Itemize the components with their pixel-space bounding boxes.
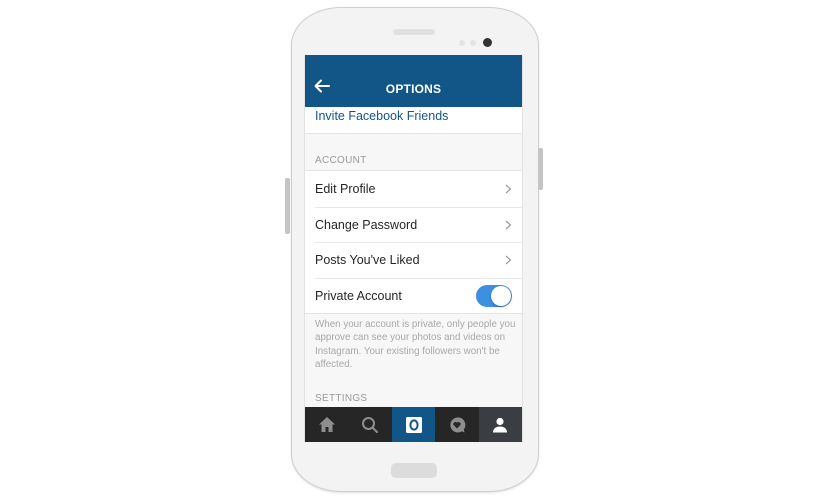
item-label: Private Account [315, 288, 402, 303]
volume-button [285, 178, 290, 234]
list-item-change-password[interactable]: Change Password [305, 206, 522, 243]
person-icon [493, 417, 508, 432]
page-title: OPTIONS [385, 82, 442, 96]
phone-screen: OPTIONS Invite Facebook Friends ACCOUNT … [304, 55, 523, 442]
home-icon [318, 417, 335, 432]
account-list: Edit Profile Change Password Posts You'v… [305, 170, 522, 314]
toggle-knob [491, 285, 511, 306]
item-label: Change Password [315, 217, 418, 232]
private-account-description: When your account is private, only peopl… [315, 319, 516, 370]
list-item-edit-profile[interactable]: Edit Profile [305, 171, 522, 207]
list-item-private-account: Private Account [305, 277, 522, 314]
front-camera [483, 38, 492, 47]
top-bar: OPTIONS [305, 55, 522, 107]
camera-icon [405, 416, 422, 433]
earpiece-speaker [393, 29, 435, 35]
invite-facebook-friends-row[interactable]: Invite Facebook Friends [305, 107, 522, 134]
chevron-right-icon [505, 184, 512, 194]
chevron-right-icon [505, 255, 512, 265]
list-item-posts-liked[interactable]: Posts You've Liked [305, 242, 522, 278]
tab-profile[interactable] [478, 407, 522, 442]
search-icon [362, 416, 379, 433]
tab-camera[interactable] [391, 407, 436, 442]
item-label: Posts You've Liked [315, 253, 420, 267]
chevron-right-icon [505, 220, 512, 229]
tab-search[interactable] [348, 407, 391, 442]
light-sensor [470, 40, 476, 46]
bottom-tab-bar [305, 407, 522, 442]
power-button [538, 148, 543, 190]
private-account-toggle[interactable] [476, 284, 512, 307]
proximity-sensor [459, 40, 465, 46]
section-label-settings: SETTINGS [315, 393, 368, 404]
tab-activity[interactable] [435, 407, 478, 442]
heart-bubble-icon [450, 416, 466, 432]
home-button[interactable] [391, 463, 437, 478]
item-label: Edit Profile [315, 182, 376, 196]
section-label-account: ACCOUNT [315, 155, 367, 166]
tab-home[interactable] [305, 407, 348, 442]
invite-facebook-friends-link[interactable]: Invite Facebook Friends [315, 109, 448, 123]
